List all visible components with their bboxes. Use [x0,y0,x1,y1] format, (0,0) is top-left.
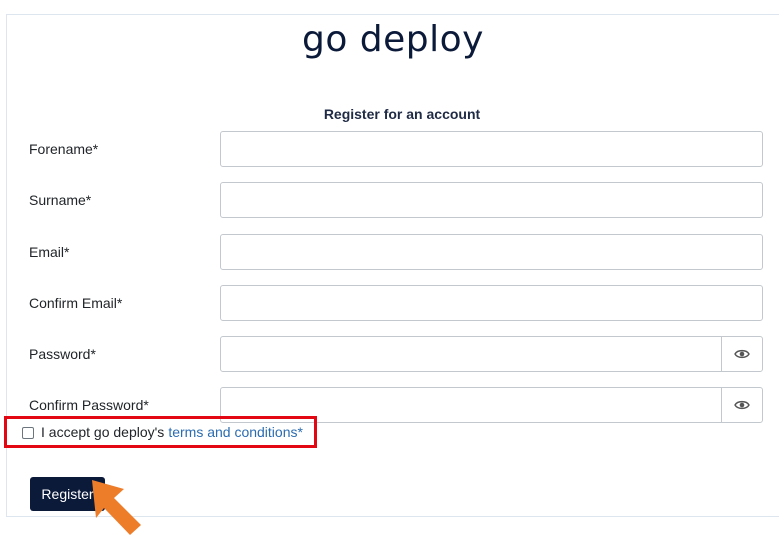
terms-checkbox[interactable] [22,426,34,439]
surname-input[interactable] [220,182,763,218]
forename-row: Forename* [7,131,779,167]
email-input[interactable] [220,234,763,270]
show-password-button[interactable] [721,336,763,372]
terms-highlight-box: I accept go deploy's terms and condition… [4,416,317,448]
surname-label: Surname* [29,192,92,208]
form-heading: Register for an account [323,106,481,122]
password-input[interactable] [220,336,722,372]
app-logo: go deploy [301,19,484,60]
forename-label: Forename* [29,141,99,157]
email-row: Email* [7,234,779,270]
eye-icon [734,400,750,410]
confirm-email-input[interactable] [220,285,763,321]
surname-row: Surname* [7,182,779,218]
forename-input[interactable] [220,131,763,167]
terms-row: I accept go deploy's terms and condition… [22,424,303,440]
email-label: Email* [29,244,70,260]
eye-icon [734,349,750,359]
terms-text: I accept go deploy's [41,424,165,440]
arrow-pointer-icon [92,480,141,535]
password-row: Password* [7,336,779,372]
confirm-email-label: Confirm Email* [29,295,123,311]
confirm-email-row: Confirm Email* [7,285,779,321]
show-confirm-password-button[interactable] [721,387,763,423]
terms-link[interactable]: terms and conditions* [168,424,303,440]
confirm-password-label: Confirm Password* [29,397,149,413]
password-label: Password* [29,346,96,362]
